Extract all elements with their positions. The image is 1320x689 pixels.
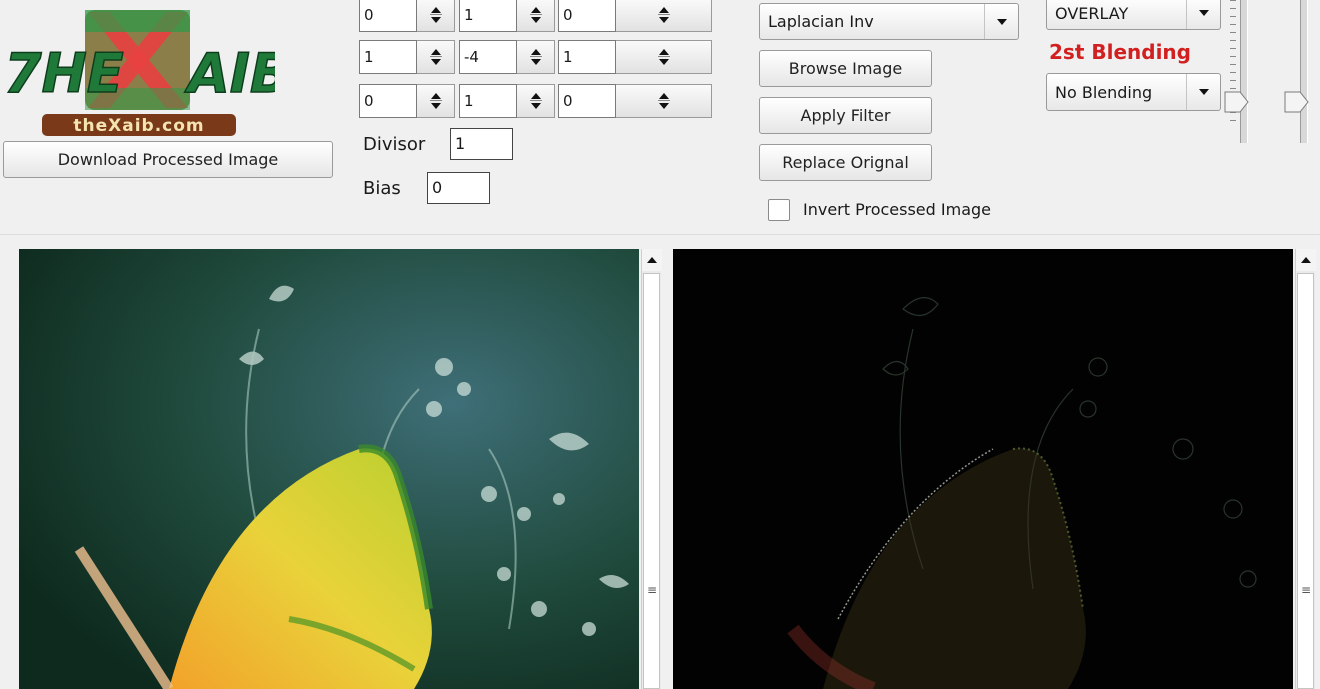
kernel-value[interactable]: 1 — [459, 0, 517, 32]
spinner-arrows-icon[interactable] — [517, 84, 555, 118]
blend-amount-slider[interactable] — [1240, 0, 1248, 143]
kernel-value[interactable]: 0 — [359, 84, 417, 118]
browse-image-button[interactable]: Browse Image — [759, 50, 932, 87]
spinner-arrows-icon[interactable] — [417, 84, 455, 118]
kernel-value[interactable]: 1 — [558, 40, 616, 74]
divisor-field[interactable]: 1 — [450, 128, 513, 160]
kernel-spinner[interactable]: 0 — [359, 0, 455, 32]
spinner-arrows-icon[interactable] — [517, 0, 555, 32]
kernel-spinner[interactable]: 1 — [359, 40, 455, 74]
kernel-value[interactable]: 1 — [359, 40, 417, 74]
slider-thumb-icon[interactable] — [1284, 91, 1310, 117]
filter-select-value: Laplacian Inv — [768, 12, 874, 31]
svg-text:theXaib.com: theXaib.com — [73, 116, 204, 136]
svg-text:7HE: 7HE — [4, 42, 124, 105]
invert-processed-image-checkbox[interactable] — [768, 199, 790, 221]
second-blending-label: 2st Blending — [1049, 40, 1191, 64]
chevron-down-icon[interactable] — [1186, 0, 1220, 29]
chevron-down-icon[interactable] — [984, 4, 1018, 39]
spinner-arrows-icon[interactable] — [616, 40, 712, 74]
processed-image-scrollbar[interactable]: ≡ — [1295, 249, 1316, 689]
second-blend-mode-select[interactable]: No Blending — [1046, 73, 1221, 111]
spinner-arrows-icon[interactable] — [417, 40, 455, 74]
scroll-up-icon[interactable] — [642, 249, 662, 271]
svg-text:AIB: AIB — [184, 42, 275, 105]
scroll-thumb[interactable] — [643, 273, 660, 689]
second-blend-amount-slider[interactable] — [1300, 0, 1308, 143]
butterfly-original-image — [19, 249, 639, 689]
invert-processed-image-label: Invert Processed Image — [803, 200, 991, 219]
spinner-arrows-icon[interactable] — [616, 84, 712, 118]
spinner-arrows-icon[interactable] — [517, 40, 555, 74]
kernel-spinner[interactable]: 0 — [558, 0, 712, 32]
processed-image-view[interactable] — [673, 249, 1293, 689]
kernel-spinner[interactable]: 0 — [558, 84, 712, 118]
spinner-arrows-icon[interactable] — [616, 0, 712, 32]
scroll-grip-icon: ≡ — [1300, 583, 1312, 597]
blend-mode-select[interactable]: OVERLAY — [1046, 0, 1221, 30]
kernel-value[interactable]: 0 — [359, 0, 417, 32]
replace-original-button[interactable]: Replace Orignal — [759, 144, 932, 181]
kernel-spinner[interactable]: 1 — [558, 40, 712, 74]
second-blend-mode-value: No Blending — [1055, 82, 1153, 102]
slider-thumb-icon[interactable] — [1224, 91, 1250, 117]
blend-mode-value: OVERLAY — [1055, 3, 1129, 23]
kernel-value[interactable]: 0 — [558, 0, 616, 32]
bias-label: Bias — [363, 178, 401, 199]
butterfly-processed-image — [673, 249, 1293, 689]
spinner-arrows-icon[interactable] — [417, 0, 455, 32]
kernel-value[interactable]: -4 — [459, 40, 517, 74]
kernel-spinner[interactable]: 1 — [459, 84, 555, 118]
divisor-label: Divisor — [363, 134, 426, 155]
kernel-value[interactable]: 1 — [459, 84, 517, 118]
thexaib-logo: 7HE AIB theXaib.com — [0, 0, 292, 138]
original-image-scrollbar[interactable]: ≡ — [641, 249, 662, 689]
kernel-spinner[interactable]: -4 — [459, 40, 555, 74]
bias-field[interactable]: 0 — [427, 172, 490, 204]
chevron-down-icon[interactable] — [1186, 74, 1220, 110]
download-processed-image-button[interactable]: Download Processed Image — [3, 141, 333, 178]
original-image-view[interactable] — [19, 249, 639, 689]
scroll-thumb[interactable] — [1297, 273, 1314, 689]
scroll-up-icon[interactable] — [1296, 249, 1316, 271]
apply-filter-button[interactable]: Apply Filter — [759, 97, 932, 134]
kernel-spinner[interactable]: 0 — [359, 84, 455, 118]
kernel-spinner[interactable]: 1 — [459, 0, 555, 32]
scroll-grip-icon: ≡ — [646, 583, 658, 597]
kernel-value[interactable]: 0 — [558, 84, 616, 118]
filter-select[interactable]: Laplacian Inv — [759, 3, 1019, 40]
